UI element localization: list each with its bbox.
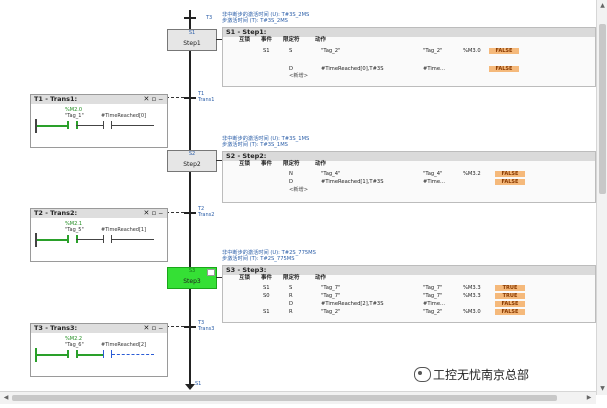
transition-t3-label: T3 Trans3 (198, 320, 215, 332)
connector-t3 (166, 326, 184, 327)
step2-action-panel[interactable]: S2 - Step2: 互锁 事件 限定符 动作 N "Tag_4" "Tag_… (222, 151, 596, 203)
window-controls-icon[interactable]: ✕ ▫ ‒ (143, 95, 163, 104)
contact-tag: "Tag_5" (65, 227, 84, 233)
transition-box-t3[interactable]: T3 - Trans3: ✕ ▫ ‒ %M2.2 "Tag_6" #TimeRea… (30, 323, 168, 377)
step-label: Step1 (183, 40, 201, 47)
step1-action-panel[interactable]: S1 - Step1: 互锁 事件 限定符 动作 S1 S "Tag_2" "T… (222, 27, 596, 87)
step2-act-time: 步激活时间 (T): T#3S_1MS (222, 142, 288, 148)
step1-act-time: 步激活时间 (T): T#3S_2MS (222, 18, 288, 24)
action-row-add-new[interactable]: <新增> (223, 73, 593, 80)
value-badge: FALSE (495, 171, 525, 177)
transition-t1-label: T1 Trans1 (198, 91, 215, 103)
step-s1[interactable]: S1 Step1 (167, 29, 217, 51)
connector-t1 (166, 97, 184, 98)
wechat-logo-icon (414, 367, 431, 382)
contact-icon[interactable] (103, 350, 112, 358)
step3-act-time: 步激活时间 (T): T#2S_775MS (222, 256, 295, 262)
contact-tag: "Tag_1" (65, 113, 84, 119)
value-badge: FALSE (495, 179, 525, 185)
step-id: S3 (188, 268, 196, 274)
vertical-scrollbar[interactable]: ▲ ▼ (596, 0, 607, 395)
window-controls-icon[interactable]: ✕ ▫ ‒ (143, 209, 163, 218)
transition-box-t2[interactable]: T2 - Trans2: ✕ ▫ ‒ %M2.1 "Tag_5" #TimeRea… (30, 208, 168, 262)
rung (112, 239, 154, 240)
top-transition-label: T3 (206, 15, 213, 21)
transition-t3-bar[interactable] (184, 326, 196, 328)
rung (112, 125, 154, 126)
action-row-add-new[interactable]: <新增> (223, 187, 593, 194)
rung (76, 239, 103, 240)
horizontal-scrollbar[interactable]: ◀ ▶ (0, 391, 596, 404)
rung-energized (76, 354, 103, 356)
step-id: S2 (188, 151, 196, 157)
value-badge: FALSE (489, 66, 519, 72)
bottom-jump-label: S1 (195, 381, 202, 387)
panel-title: S3 - Step3: (223, 266, 595, 275)
value-badge: FALSE (489, 48, 519, 54)
transition-t2-label: T2 Trans2 (198, 206, 215, 218)
step-s2[interactable]: S2 Step2 (167, 150, 217, 172)
step3-action-panel[interactable]: S3 - Step3: 互锁 事件 限定符 动作 S1 S "Tag_7" "T… (222, 265, 596, 323)
scroll-right-icon[interactable]: ▶ (584, 393, 594, 403)
panel-title: S2 - Step2: (223, 152, 595, 161)
value-badge: TRUE (495, 293, 525, 299)
column-headers: 互锁 事件 限定符 动作 (239, 275, 327, 281)
watermark-text: 工控无忧南京总部 (433, 368, 530, 382)
rung-energized (37, 239, 67, 241)
chain-end-arrow-icon (185, 384, 195, 390)
transition-t2-bar[interactable] (184, 212, 196, 214)
sequence-chain-line (189, 10, 191, 385)
step-s3[interactable]: S3 Step3 (167, 267, 217, 289)
window-controls-icon[interactable]: ✕ ▫ ‒ (143, 324, 163, 333)
action-row[interactable]: S1 R "Tag_2" "Tag_2" %M3.0 FALSE (223, 309, 593, 316)
value-badge: FALSE (495, 301, 525, 307)
action-row[interactable]: D #TimeReached[1],T#3S #Time... FALSE (223, 179, 593, 186)
action-row[interactable]: D #TimeReached[0],T#3S #Time... FALSE (223, 66, 593, 73)
scroll-up-icon[interactable]: ▲ (598, 1, 607, 10)
transition-t1-bar[interactable] (184, 97, 196, 99)
connector-t2 (166, 212, 184, 213)
value-badge: TRUE (495, 285, 525, 291)
top-transition-bar[interactable] (184, 17, 196, 19)
action-row[interactable]: S0 R "Tag_7" "Tag_7" %M3.3 TRUE (223, 293, 593, 300)
action-row[interactable]: D #TimeReached[2],T#3S #Time... FALSE (223, 301, 593, 308)
contact-icon[interactable] (103, 235, 112, 243)
step-id: S1 (188, 30, 196, 36)
transition-box-header: T3 - Trans3: ✕ ▫ ‒ (31, 324, 167, 333)
contact-icon[interactable] (103, 121, 112, 129)
scroll-down-icon[interactable]: ▼ (598, 384, 607, 393)
transition-box-header: T2 - Trans2: ✕ ▫ ‒ (31, 209, 167, 218)
panel-title: S1 - Step1: (223, 28, 595, 37)
transition-box-t1[interactable]: T1 - Trans1: ✕ ▫ ‒ %M2.0 "Tag_1" #TimeRea… (30, 94, 168, 148)
contact-tag: #TimeReached[0] (101, 113, 147, 119)
rung-energized (37, 354, 67, 356)
horizontal-scroll-thumb[interactable] (12, 395, 557, 401)
rung-energized (37, 125, 67, 127)
value-badge: FALSE (495, 309, 525, 315)
action-row[interactable]: N "Tag_4" "Tag_4" %M3.2 FALSE (223, 171, 593, 178)
step-label: Step3 (183, 278, 201, 285)
scroll-left-icon[interactable]: ◀ (1, 393, 11, 403)
contact-tag: #TimeReached[1] (101, 227, 147, 233)
column-headers: 互锁 事件 限定符 动作 (239, 37, 327, 43)
column-headers: 互锁 事件 限定符 动作 (239, 161, 327, 167)
transition-box-header: T1 - Trans1: ✕ ▫ ‒ (31, 95, 167, 104)
contact-tag: #TimeReached[2] (101, 342, 147, 348)
action-row[interactable]: S1 S "Tag_2" "Tag_2" %M3.0 FALSE (223, 48, 593, 55)
contact-tag: "Tag_6" (65, 342, 84, 348)
action-row[interactable]: S1 S "Tag_7" "Tag_7" %M3.3 TRUE (223, 285, 593, 292)
vertical-scroll-thumb[interactable] (599, 24, 606, 194)
rung (112, 354, 154, 356)
rung (76, 125, 103, 126)
step-label: Step2 (183, 161, 201, 168)
